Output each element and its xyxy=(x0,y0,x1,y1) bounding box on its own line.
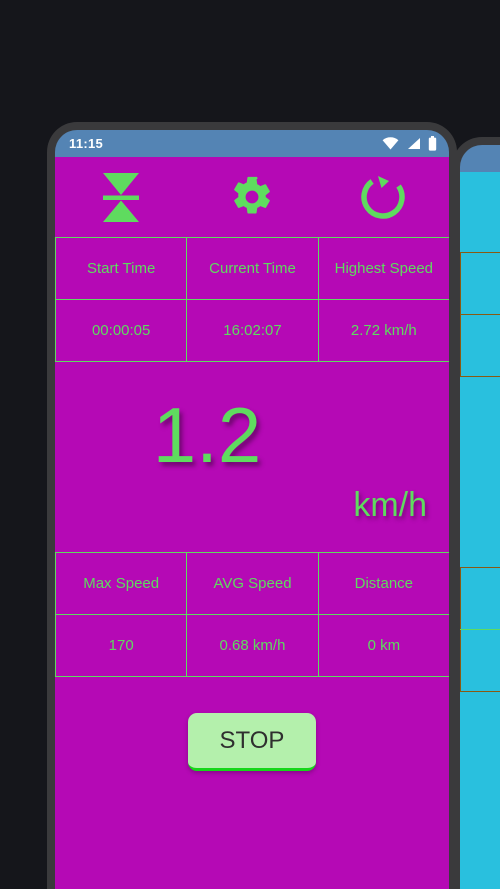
secondary-value-cell xyxy=(460,630,500,691)
collapse-icon xyxy=(95,169,147,225)
distance-header: Distance xyxy=(354,575,413,592)
bottom-stats-table: Max Speed AVG Speed Distance 170 0.68 km… xyxy=(55,552,449,677)
current-time-header: Current Time xyxy=(187,238,319,299)
max-speed-value: 170 xyxy=(55,615,188,676)
battery-icon xyxy=(428,136,437,151)
wifi-icon xyxy=(382,137,399,150)
secondary-phone-screen: Highest Speed 2.72 km/h km/h Distance xyxy=(460,145,500,889)
collapse-button[interactable] xyxy=(89,167,153,227)
secondary-phone-frame: Highest Speed 2.72 km/h km/h Distance xyxy=(452,137,500,889)
highest-speed-header: Highest Speed xyxy=(334,260,434,277)
table-row: Start Time Current Time Highest Speed xyxy=(55,238,449,300)
secondary-app-body: Highest Speed 2.72 km/h km/h Distance xyxy=(460,172,500,889)
primary-phone-screen: 11:15 Start Time Current Time Highest Sp… xyxy=(55,130,449,889)
action-panel: STOP xyxy=(55,677,449,889)
secondary-toolbar xyxy=(460,172,500,252)
secondary-speed-panel: km/h xyxy=(460,377,500,567)
table-row: Distance xyxy=(460,568,500,630)
avg-speed-header: AVG Speed xyxy=(187,553,319,614)
primary-phone-frame: 11:15 Start Time Current Time Highest Sp… xyxy=(47,122,457,889)
start-time-header: Start Time xyxy=(55,238,188,299)
secondary-action-panel xyxy=(460,692,500,889)
table-row: Highest Speed xyxy=(460,253,500,315)
start-time-value: 00:00:05 xyxy=(55,300,188,361)
reset-icon xyxy=(358,172,408,222)
table-row: 00:00:05 16:02:07 2.72 km/h xyxy=(55,300,449,362)
status-bar: 11:15 xyxy=(55,130,449,157)
avg-speed-value: 0.68 km/h xyxy=(187,615,319,676)
stop-button[interactable]: STOP xyxy=(188,713,316,771)
app-body: Start Time Current Time Highest Speed 00… xyxy=(55,157,449,889)
reset-button[interactable] xyxy=(351,167,415,227)
settings-button[interactable] xyxy=(220,167,284,227)
secondary-top-table: Highest Speed 2.72 km/h xyxy=(460,252,500,377)
table-row: 2.72 km/h xyxy=(460,315,500,377)
current-speed-value: 1.2 xyxy=(152,390,262,479)
secondary-bottom-table: Distance 0 km xyxy=(460,567,500,692)
max-speed-header: Max Speed xyxy=(55,553,188,614)
table-row: Max Speed AVG Speed Distance xyxy=(55,553,449,615)
table-row: 170 0.68 km/h 0 km xyxy=(55,615,449,677)
gear-icon xyxy=(230,175,274,219)
highest-speed-value: 2.72 km/h xyxy=(350,322,417,339)
secondary-status-bar xyxy=(460,145,500,172)
table-row: 0 km xyxy=(460,630,500,692)
secondary-value-cell xyxy=(460,315,500,376)
secondary-header-cell xyxy=(460,253,500,314)
status-icons xyxy=(382,136,437,151)
current-time-value: 16:02:07 xyxy=(187,300,319,361)
speed-panel: 1.2 km/h xyxy=(55,362,449,552)
secondary-speed-unit: km/h xyxy=(460,462,500,501)
cellular-signal-icon xyxy=(406,137,421,150)
toolbar xyxy=(55,157,449,237)
secondary-header-cell xyxy=(460,568,500,629)
status-clock: 11:15 xyxy=(69,136,104,151)
distance-value: 0 km xyxy=(367,637,401,654)
top-stats-table: Start Time Current Time Highest Speed 00… xyxy=(55,237,449,362)
speed-unit-label: km/h xyxy=(353,485,427,524)
